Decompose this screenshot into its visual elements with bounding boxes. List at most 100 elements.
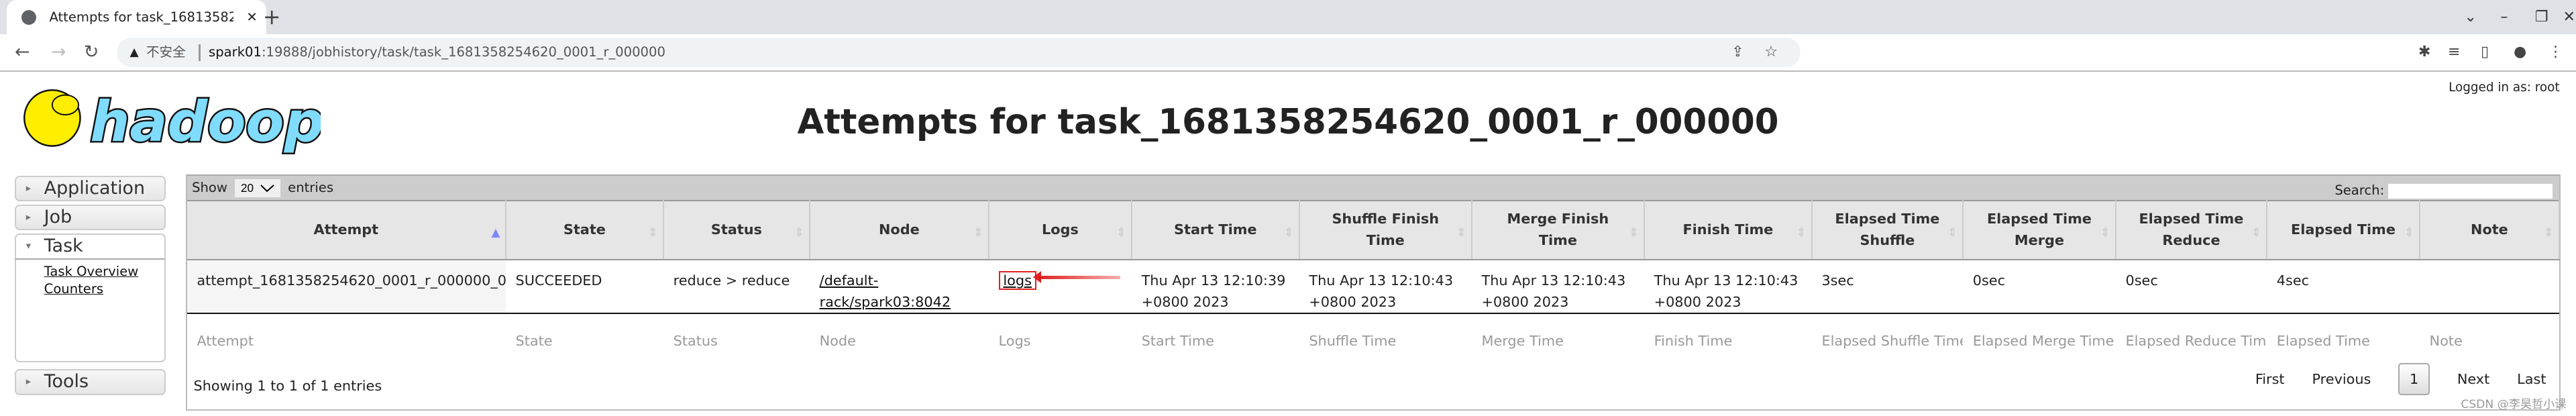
search-input[interactable] (2388, 183, 2553, 199)
page-1-button[interactable]: 1 (2398, 363, 2430, 395)
column-filter[interactable]: Elapsed Merge Time (1963, 313, 2116, 380)
sidebar-label: Tools (44, 371, 89, 393)
sidebar-label: Job (44, 207, 72, 228)
url-text[interactable]: spark01:19888/jobhistory/task/task_16813… (209, 38, 665, 67)
node-link[interactable]: /default-rack/spark03:8042 (820, 272, 951, 310)
sidebar-task-links: Task Overview Counters (15, 259, 166, 363)
column-header[interactable]: Status ⇕ (663, 200, 810, 261)
bookmark-star-icon[interactable]: ☆ (1764, 34, 1778, 70)
side-panel-icon[interactable]: ▯ (2481, 34, 2489, 70)
attempts-table: Attempt ▲ State ⇕ Status ⇕ Node ⇕ Logs ⇕ Start Tim… (186, 200, 2560, 380)
annotation-arrow (1033, 271, 1121, 284)
share-icon[interactable]: ⇪ (1731, 34, 1743, 70)
logs-link[interactable]: logs (998, 270, 1036, 290)
sidebar-label: Task (44, 236, 83, 257)
column-filter[interactable]: Status (663, 313, 810, 380)
cell-logs: logs (988, 260, 1132, 315)
column-header[interactable]: Note ⇕ (2419, 200, 2560, 261)
column-header[interactable]: Start Time ⇕ (1131, 200, 1300, 261)
extensions-icon[interactable]: ✱ (2418, 34, 2430, 70)
counters-link[interactable]: Counters (44, 280, 165, 299)
column-header[interactable]: Shuffle Finish Time ⇕ (1299, 200, 1472, 261)
divider (199, 44, 201, 61)
not-secure-label[interactable]: 不安全 (146, 38, 186, 67)
task-overview-link[interactable]: Task Overview (44, 263, 165, 281)
table-info: Showing 1 to 1 of 1 entries (193, 378, 382, 395)
close-tab-icon[interactable]: ✕ (246, 0, 257, 34)
column-header[interactable]: State ⇕ (505, 200, 664, 261)
sort-icon: ⇕ (2251, 226, 2261, 240)
new-tab-button[interactable]: + (263, 0, 281, 34)
cell-shuffle-finish: Thu Apr 13 12:10:43 +0800 2023 (1299, 260, 1472, 315)
sidebar-label: Application (44, 178, 146, 199)
sort-icon: ⇕ (1116, 226, 1126, 240)
column-filter[interactable]: State (506, 313, 663, 380)
column-header[interactable]: Elapsed Time ⇕ (2267, 200, 2420, 261)
forward-icon[interactable]: → (51, 34, 66, 70)
profile-avatar-icon[interactable]: ● (2514, 34, 2526, 70)
column-header-label: Shuffle Finish Time (1332, 211, 1440, 249)
reload-icon[interactable]: ↻ (84, 34, 99, 70)
page-size-select[interactable]: 20 (235, 178, 281, 197)
tab-search-icon[interactable]: ⌄ (2464, 0, 2476, 34)
previous-page-button[interactable]: Previous (2312, 371, 2371, 387)
back-icon[interactable]: ← (15, 34, 30, 70)
menu-icon[interactable]: ⋮ (2548, 34, 2563, 70)
column-header-label: Logs (1041, 221, 1079, 238)
column-header-label: Elapsed Time Shuffle (1835, 211, 1940, 249)
pagination: First Previous 1 Next Last (2233, 363, 2546, 395)
column-header[interactable]: Merge Finish Time ⇕ (1471, 200, 1645, 261)
column-header-label: Note (2471, 221, 2508, 238)
watermark: CSDN @李昊哲小课 (2461, 397, 2567, 411)
cell-merge-finish: Thu Apr 13 12:10:43 +0800 2023 (1471, 260, 1644, 315)
column-header[interactable]: Elapsed Time Merge ⇕ (1963, 200, 2116, 261)
sidebar-task[interactable]: ▾ Task (15, 233, 166, 260)
column-header-label: State (563, 221, 606, 238)
url-bar[interactable]: ▲ 不安全 spark01:19888/jobhistory/task/task… (116, 38, 1801, 68)
sidebar-application[interactable]: ▸ Application (15, 176, 166, 202)
sort-icon: ⇕ (1629, 226, 1639, 240)
caret-down-icon: ▾ (25, 240, 32, 252)
column-header[interactable]: Finish Time ⇕ (1644, 200, 1813, 261)
column-filter[interactable]: Logs (989, 313, 1132, 380)
column-filter[interactable]: Start Time (1132, 313, 1299, 380)
column-header[interactable]: Elapsed Time Reduce ⇕ (2115, 200, 2268, 261)
column-filter[interactable]: Elapsed Shuffle Time (1812, 313, 1963, 380)
restore-icon[interactable]: ❐ (2535, 0, 2548, 34)
warning-icon: ▲ (129, 46, 139, 60)
column-header-label: Attempt (313, 221, 379, 238)
column-header[interactable]: Attempt ▲ (186, 200, 506, 261)
next-page-button[interactable]: Next (2457, 371, 2489, 387)
url-path: :19888/jobhistory/task/task_168135825462… (261, 44, 665, 60)
first-page-button[interactable]: First (2255, 371, 2285, 387)
table-row: attempt_1681358254620_0001_r_000000_0 SU… (186, 260, 2559, 315)
cell-elapsed: 4sec (2267, 260, 2420, 315)
entries-label: entries (288, 179, 334, 195)
browser-tab[interactable]: Attempts for task_1681358254620_0001_r_0… (6, 0, 266, 35)
tab-title: Attempts for task_1681358254620_0001_r_0… (49, 9, 233, 25)
last-page-button[interactable]: Last (2517, 371, 2546, 387)
close-window-icon[interactable]: ✕ (2563, 0, 2575, 34)
column-filter[interactable]: Merge Time (1472, 313, 1644, 380)
minimize-icon[interactable]: – (2500, 0, 2508, 34)
cell-start-time: Thu Apr 13 12:10:39 +0800 2023 (1131, 260, 1299, 315)
sidebar: ▸ Application ▸ Job ▾ Task Task Overview Co… (15, 176, 166, 398)
sidebar-tools[interactable]: ▸ Tools (15, 369, 166, 395)
column-header[interactable]: Elapsed Time Shuffle ⇕ (1811, 200, 1964, 261)
column-header[interactable]: Node ⇕ (809, 200, 989, 261)
column-filter[interactable]: Finish Time (1644, 313, 1812, 380)
column-filter[interactable]: Shuffle Time (1299, 313, 1472, 380)
cell-node: /default-rack/spark03:8042 (809, 260, 989, 315)
column-header[interactable]: Logs ⇕ (988, 200, 1132, 261)
url-host: spark01 (209, 44, 262, 60)
media-icon[interactable]: ≡ (2448, 34, 2460, 70)
column-filter[interactable]: Node (810, 313, 989, 380)
sidebar-job[interactable]: ▸ Job (15, 205, 166, 231)
cell-state: SUCCEEDED (505, 260, 663, 315)
column-filter[interactable]: Attempt (187, 313, 506, 380)
sort-icon: ⇕ (1947, 226, 1957, 240)
search-label: Search: (2334, 183, 2385, 199)
sort-icon: ⇕ (1283, 226, 1294, 240)
column-header-label: Node (879, 221, 920, 238)
column-header-label: Elapsed Time (2290, 221, 2396, 238)
